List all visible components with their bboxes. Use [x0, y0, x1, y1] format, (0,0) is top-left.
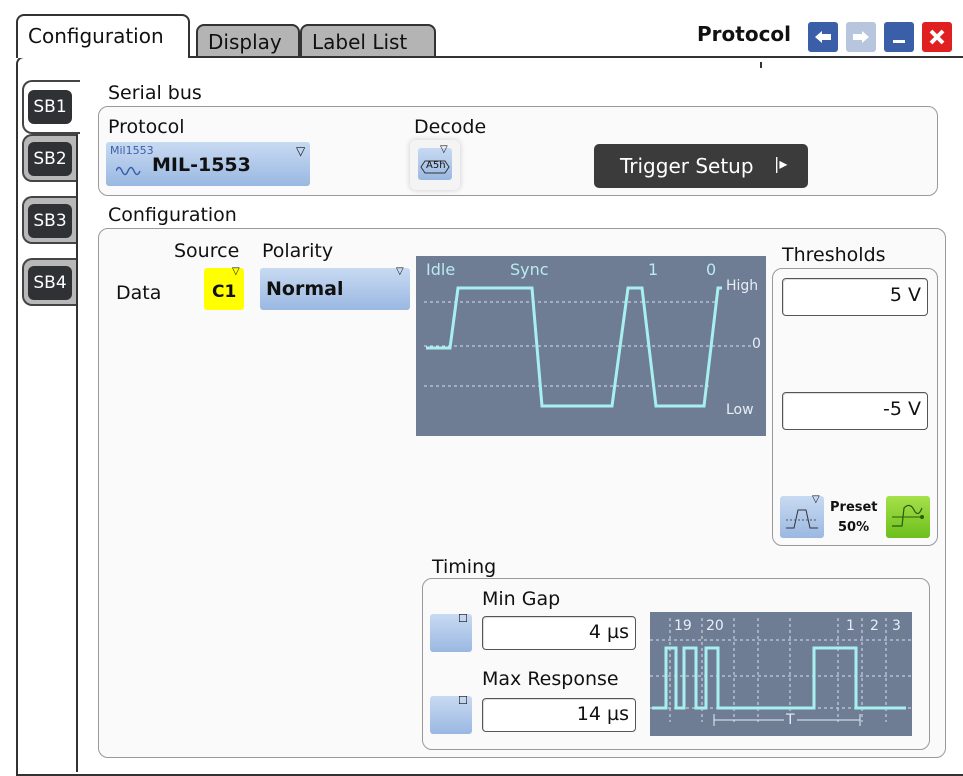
tab-display-label: Display — [208, 30, 282, 54]
preset-wave-icon — [892, 504, 924, 527]
protocol-value: MIL-1553 — [152, 154, 251, 176]
trigger-setup-button[interactable]: Trigger Setup |▸ — [594, 144, 808, 188]
window-title: Protocol — [697, 22, 792, 46]
tab-label-list[interactable]: Label List — [300, 24, 436, 58]
side-divider — [76, 132, 78, 772]
polarity-dropdown-arrow-icon: ▽ — [396, 266, 404, 277]
timing-label-1: 1 — [846, 618, 855, 634]
max-response-field[interactable]: 14 µs — [482, 698, 636, 732]
diagram-sync-label: Sync — [510, 260, 549, 279]
diagram-low-label: Low — [726, 402, 754, 418]
decode-label: Decode — [414, 116, 487, 138]
diagram-one-label: 1 — [648, 260, 659, 279]
side-tab-sb2-label: SB2 — [28, 142, 72, 176]
tab-label-list-label: Label List — [312, 30, 408, 54]
side-tab-sb3-label: SB3 — [28, 204, 72, 238]
protocol-dropdown[interactable]: Mil1553 MIL-1553 ▽ — [106, 142, 310, 186]
close-icon — [929, 29, 945, 45]
preset-apply-button[interactable] — [886, 496, 930, 538]
timing-label-3: 3 — [892, 618, 901, 634]
tab-configuration-label: Configuration — [28, 24, 164, 48]
thresholds-heading: Thresholds — [782, 244, 886, 266]
polarity-value: Normal — [266, 278, 344, 300]
min-gap-label: Min Gap — [482, 588, 561, 610]
threshold-high-field[interactable]: 5 V — [782, 278, 928, 316]
min-gap-checkbox[interactable]: ☐ — [430, 612, 472, 652]
hysteresis-icon — [786, 509, 818, 529]
tab-configuration[interactable]: Configuration — [16, 14, 190, 58]
polarity-dropdown[interactable]: Normal ▽ — [260, 266, 410, 310]
max-response-checkbox-arrow-icon: ☐ — [458, 694, 468, 707]
decode-icon: A5h ▽ — [418, 144, 452, 180]
diagram-high-label: High — [726, 278, 759, 294]
serial-bus-heading: Serial bus — [108, 82, 202, 104]
protocol-wave-icon — [116, 166, 141, 176]
data-label: Data — [116, 282, 162, 304]
source-selector[interactable]: C1 ▽ — [204, 266, 244, 310]
polarity-header: Polarity — [262, 240, 334, 262]
decode-dropdown-arrow-icon: ▽ — [440, 144, 448, 155]
diagram-idle-label: Idle — [426, 260, 456, 279]
minimize-icon — [893, 40, 905, 43]
threshold-hysteresis-button[interactable]: ▽ — [780, 494, 824, 538]
preset-value: 50% — [838, 520, 870, 535]
source-value: C1 — [212, 282, 237, 302]
trigger-setup-label: Trigger Setup — [620, 154, 754, 178]
frame-tick — [760, 62, 762, 68]
diagram-zero-label: 0 — [706, 260, 717, 279]
undo-button[interactable] — [808, 22, 838, 52]
side-tab-sb1-label: SB1 — [28, 90, 72, 124]
min-gap-checkbox-arrow-icon: ☐ — [458, 612, 468, 625]
redo-icon — [853, 31, 869, 43]
min-gap-field[interactable]: 4 µs — [482, 616, 636, 650]
decode-button[interactable]: A5h ▽ — [410, 140, 460, 190]
minimize-button[interactable] — [884, 22, 914, 52]
timing-label-t: T — [784, 712, 797, 728]
protocol-dropdown-arrow-icon: ▽ — [296, 144, 306, 158]
trigger-setup-arrow-icon: |▸ — [774, 154, 788, 173]
timing-diagram: 19 20 1 2 3 T — [650, 612, 912, 736]
threshold-low-field[interactable]: -5 V — [782, 392, 928, 430]
timing-label-2: 2 — [870, 618, 879, 634]
polarity-signal-diagram: Idle Sync 1 0 High 0 Low — [416, 256, 766, 436]
protocol-icon-text: Mil1553 — [110, 144, 154, 157]
redo-button[interactable] — [846, 22, 876, 52]
side-tab-sb1[interactable]: SB1 — [22, 80, 80, 134]
configuration-heading: Configuration — [108, 204, 237, 226]
timing-label-20: 20 — [706, 618, 724, 634]
side-tab-sb3[interactable]: SB3 — [22, 196, 76, 244]
tab-display[interactable]: Display — [196, 24, 300, 58]
source-dropdown-arrow-icon: ▽ — [232, 266, 240, 277]
protocol-label: Protocol — [108, 116, 185, 138]
decode-icon-text: A5h — [426, 160, 446, 171]
timing-label-19: 19 — [674, 618, 692, 634]
timing-heading: Timing — [432, 556, 497, 578]
side-tab-sb2[interactable]: SB2 — [22, 134, 76, 182]
signal-waveform — [424, 286, 752, 408]
max-response-checkbox[interactable]: ☐ — [430, 694, 472, 734]
max-response-label: Max Response — [482, 668, 619, 690]
hysteresis-dropdown-arrow-icon: ▽ — [812, 494, 820, 505]
preset-label: Preset — [830, 500, 878, 515]
undo-icon — [815, 31, 831, 43]
diagram-zero-level-label: 0 — [752, 336, 761, 352]
source-header: Source — [174, 240, 240, 262]
close-button[interactable] — [922, 22, 952, 52]
side-tab-sb4[interactable]: SB4 — [22, 258, 76, 306]
side-tab-sb4-label: SB4 — [28, 266, 72, 300]
